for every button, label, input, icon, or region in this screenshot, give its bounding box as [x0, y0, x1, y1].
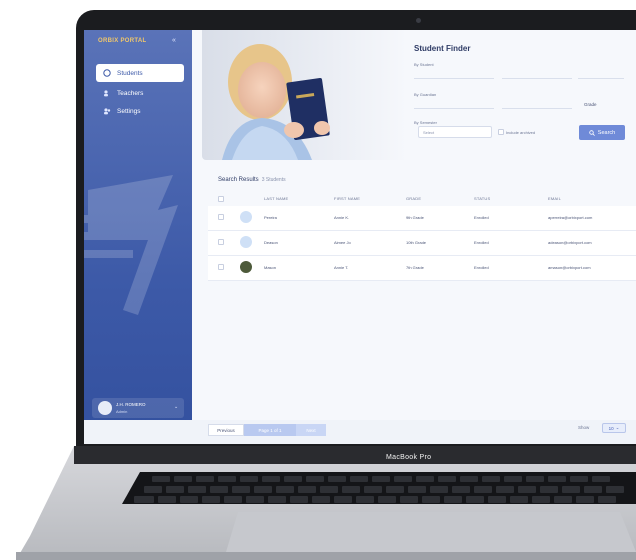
results-count: 3 Students — [261, 177, 286, 183]
cell-first: Annie T. — [334, 265, 349, 270]
archived-checkbox-label: Include archived — [506, 130, 536, 135]
column-header-last[interactable]: LAST NAME — [264, 196, 288, 201]
row-checkbox[interactable] — [218, 214, 224, 220]
field-label-student: By Student — [414, 62, 434, 67]
cell-status: Enrolled — [474, 240, 489, 245]
cell-last: Mason — [264, 265, 277, 270]
guardian-last-input[interactable] — [502, 108, 572, 109]
field-label-semester: By Semester — [414, 120, 437, 125]
current-page-indicator: Page 1 of 1 — [244, 424, 296, 436]
cell-email[interactable]: adeason@orbixport.com — [548, 240, 592, 245]
column-header-first[interactable]: FIRST NAME — [334, 196, 360, 201]
next-page-button[interactable]: Next — [296, 424, 326, 436]
chevron-down-icon: ⌄ — [615, 425, 620, 430]
semester-dropdown[interactable]: Select — [418, 126, 492, 138]
search-button[interactable]: Search — [579, 125, 625, 140]
results-title: Search Results — [218, 177, 259, 183]
cell-status: Enrolled — [474, 215, 489, 220]
table-row[interactable]: Deason Aimee Jo 10th Grade Enrolled adea… — [208, 231, 636, 256]
sidebar-item-teachers[interactable]: Teachers — [96, 84, 184, 102]
archived-checkbox[interactable] — [498, 129, 504, 135]
watermark-logo-icon — [84, 175, 178, 315]
settings-icon — [103, 107, 111, 115]
results-heading: Search Results 3 Students — [218, 177, 286, 183]
screen: ORBIX PORTAL « Students Teachers Setting… — [84, 30, 636, 444]
student-last-input[interactable] — [502, 78, 572, 79]
column-header-grade[interactable]: GRADE — [406, 196, 421, 201]
user-role: Admin — [116, 409, 128, 414]
cell-last: Deason — [264, 240, 278, 245]
column-header-email[interactable]: EMAIL — [548, 196, 561, 201]
row-checkbox[interactable] — [218, 239, 224, 245]
students-icon — [103, 69, 111, 77]
grade-select[interactable]: Grade — [584, 102, 597, 107]
previous-page-button[interactable]: Previous — [208, 424, 244, 436]
cell-last: Pereira — [264, 215, 277, 220]
avatar — [240, 211, 252, 223]
cell-status: Enrolled — [474, 265, 489, 270]
page-title: Student Finder — [414, 44, 471, 53]
student-first-input[interactable] — [414, 78, 494, 79]
page-size-select[interactable]: 10 ⌄ — [602, 423, 626, 433]
column-header-status[interactable]: STATUS — [474, 196, 490, 201]
table-row[interactable]: Pereira Annie K. 9th Grade Enrolled aper… — [208, 206, 636, 231]
student-id-input[interactable] — [578, 78, 624, 79]
page-size-label: Show — [578, 425, 590, 430]
collapse-sidebar-icon[interactable]: « — [172, 37, 176, 44]
device-label: MacBook Pro — [386, 454, 432, 461]
select-all-checkbox[interactable] — [218, 196, 224, 202]
cell-grade: 9th Grade — [406, 215, 424, 220]
cell-email[interactable]: aperreira@orbixport.com — [548, 215, 592, 220]
sidebar-item-label: Settings — [117, 107, 141, 115]
search-icon — [589, 129, 595, 136]
camera-icon — [416, 18, 421, 23]
brand-logo-text: ORBIX PORTAL — [98, 38, 147, 44]
avatar — [240, 236, 252, 248]
avatar — [98, 401, 112, 415]
chevron-down-icon: ⌄ — [174, 404, 179, 410]
user-menu[interactable]: J.H. ROMERO Admin ⌄ — [92, 398, 184, 418]
guardian-first-input[interactable] — [414, 108, 494, 109]
sidebar: ORBIX PORTAL « Students Teachers Setting… — [84, 30, 192, 444]
table-row[interactable]: Mason Annie T. 7th Grade Enrolled amason… — [208, 256, 636, 281]
search-button-label: Search — [597, 129, 616, 136]
cell-first: Aimee Jo — [334, 240, 351, 245]
row-checkbox[interactable] — [218, 264, 224, 270]
sidebar-item-label: Teachers — [117, 89, 144, 97]
hero-photo — [202, 30, 408, 160]
cell-grade: 7th Grade — [406, 265, 424, 270]
cell-first: Annie K. — [334, 215, 350, 220]
teachers-icon — [103, 89, 111, 97]
field-label-guardian: By Guardian — [414, 92, 437, 97]
pagination-bar: Previous Page 1 of 1 Next Show 10 ⌄ — [84, 420, 636, 444]
sidebar-item-label: Students — [117, 69, 143, 77]
cell-grade: 10th Grade — [406, 240, 427, 245]
sidebar-item-students[interactable]: Students — [96, 64, 184, 82]
laptop-base — [16, 446, 636, 560]
user-name: J.H. ROMERO — [116, 402, 146, 407]
sidebar-item-settings[interactable]: Settings — [96, 102, 184, 120]
page-size-value: 10 — [608, 425, 614, 431]
avatar — [240, 261, 252, 273]
cell-email[interactable]: amason@orbixport.com — [548, 265, 591, 270]
